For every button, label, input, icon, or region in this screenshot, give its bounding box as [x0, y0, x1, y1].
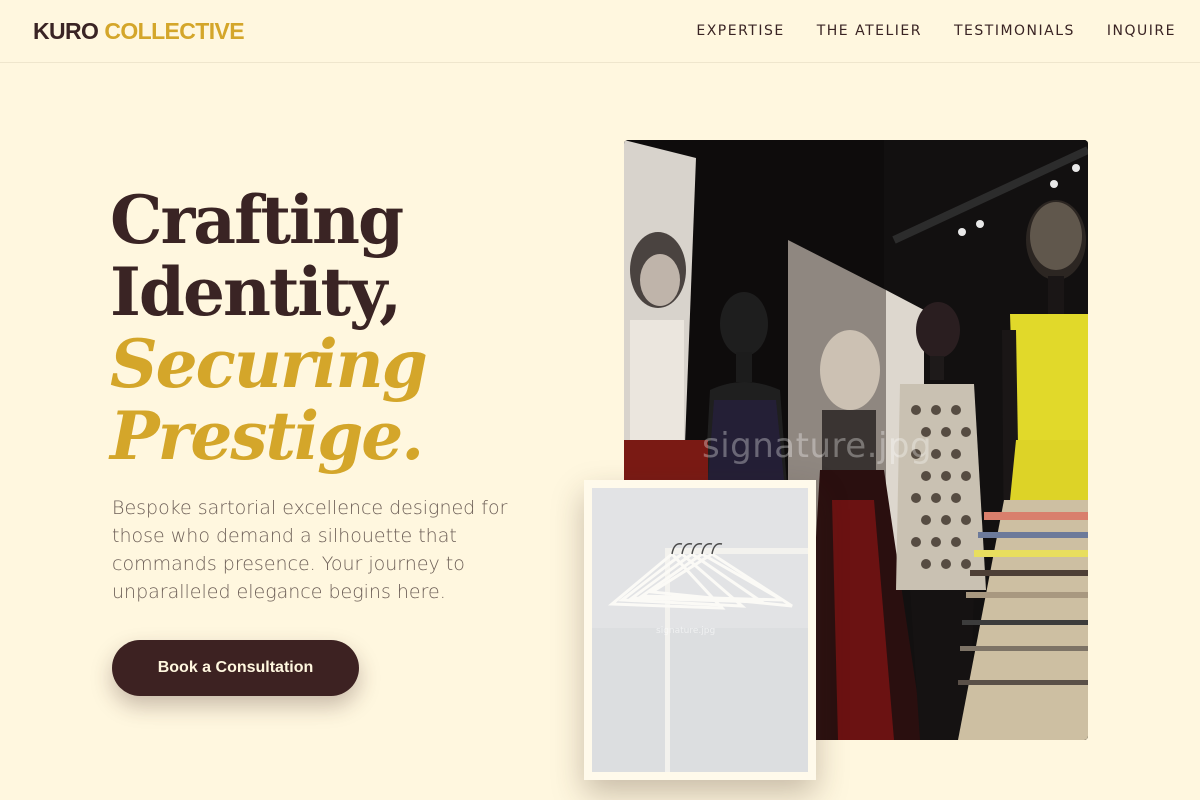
site-header: KURO COLLECTIVE EXPERTISE THE ATELIER TES…: [0, 0, 1200, 63]
hanger-rack-photo-frame: signature.jpg: [584, 480, 816, 780]
hero-title-line-4: Prestige.: [110, 397, 424, 475]
logo-primary-text: KURO: [33, 18, 99, 44]
nav-link-inquire[interactable]: INQUIRE: [1107, 22, 1176, 40]
hero-subtitle: Bespoke sartorial excellence designed fo…: [112, 497, 508, 603]
hero-title-line-1: Crafting: [110, 181, 404, 259]
nav-link-the-atelier[interactable]: THE ATELIER: [817, 22, 922, 40]
hero-title-line-2: Identity,: [110, 253, 402, 331]
hanger-rack-photo: signature.jpg: [592, 488, 808, 772]
brand-logo[interactable]: KURO COLLECTIVE: [33, 17, 245, 45]
book-consultation-button[interactable]: Book a Consultation: [112, 640, 359, 696]
hero-title-line-3: Securing: [110, 325, 428, 403]
logo-accent-text: COLLECTIVE: [104, 18, 244, 44]
nav-link-testimonials[interactable]: TESTIMONIALS: [954, 22, 1075, 40]
nav-link-expertise[interactable]: EXPERTISE: [696, 22, 784, 40]
hero-title: Crafting Identity, Securing Prestige.: [110, 181, 428, 475]
main-photo-watermark: signature.jpg: [702, 426, 933, 466]
inset-photo-watermark: signature.jpg: [656, 626, 716, 636]
main-nav: EXPERTISE THE ATELIER TESTIMONIALS INQUI…: [696, 22, 1176, 40]
